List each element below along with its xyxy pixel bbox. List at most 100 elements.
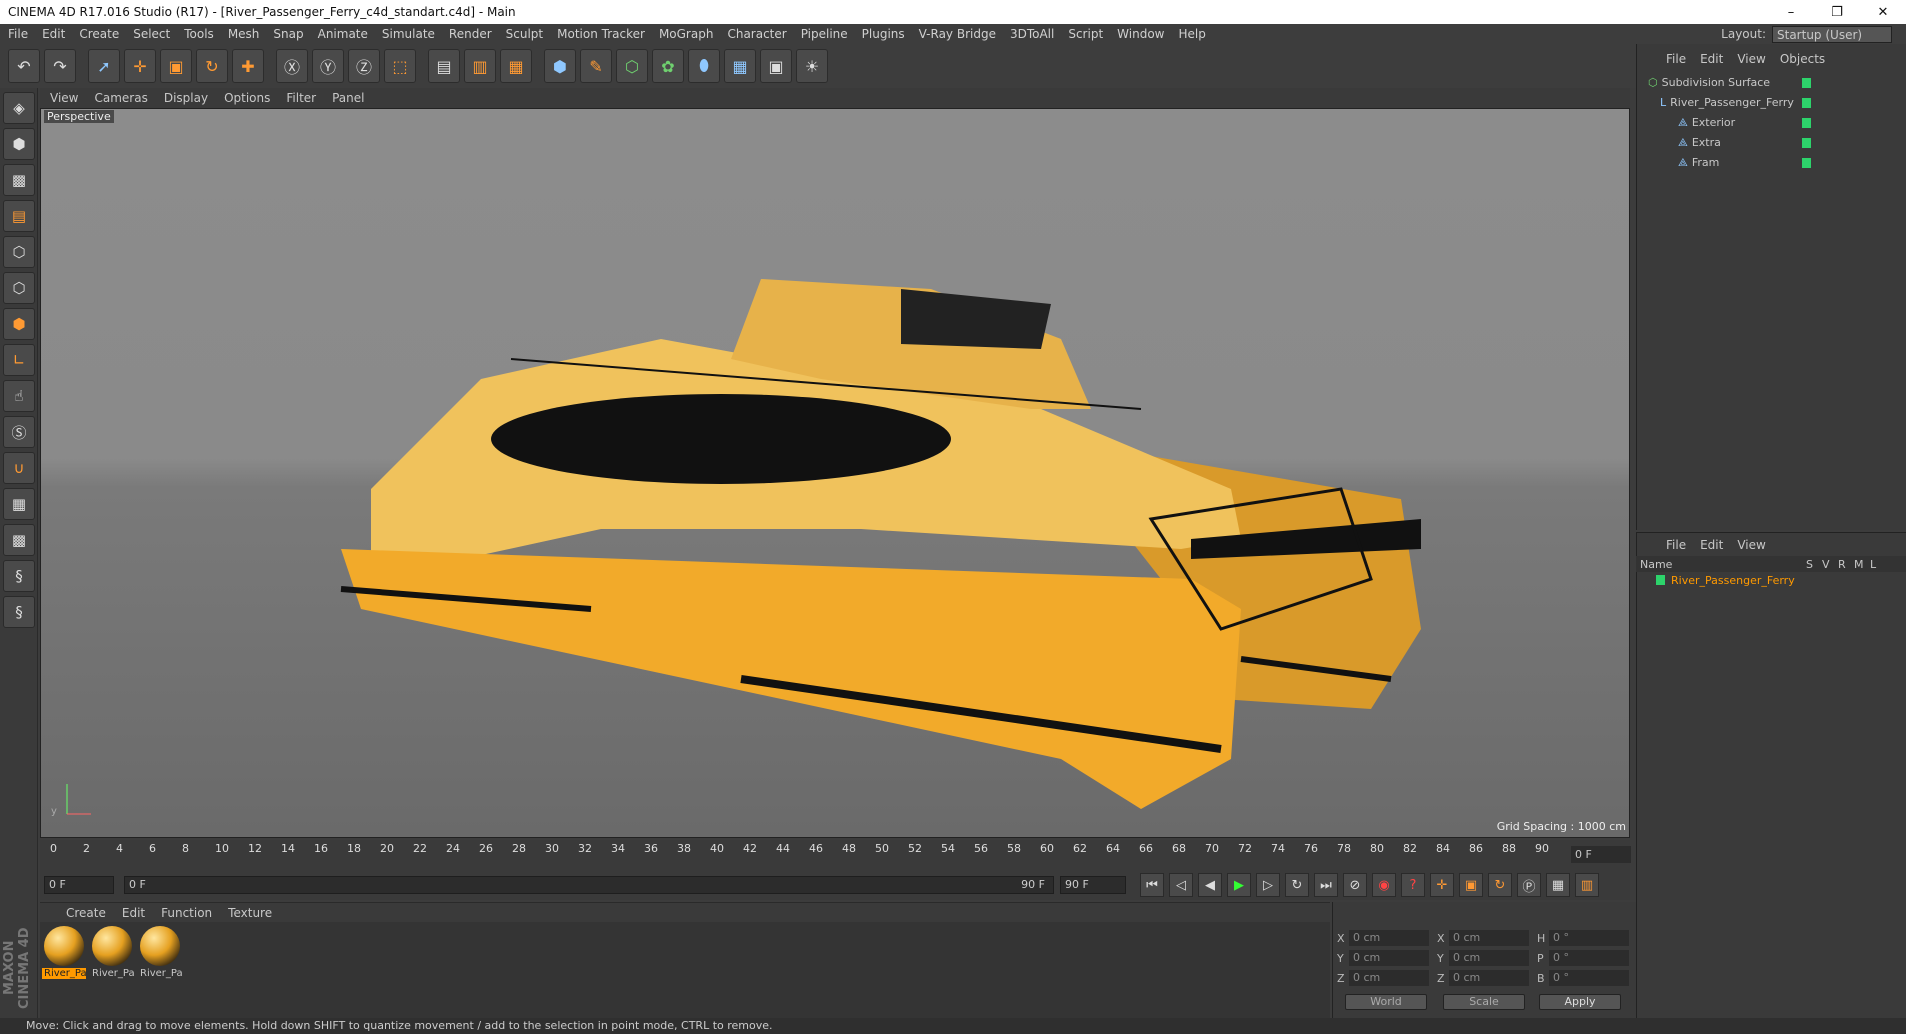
move-key-icon[interactable]: ✛ (1430, 873, 1454, 897)
tweak-icon[interactable]: ☝ (3, 380, 35, 412)
next-key-icon[interactable]: ↻ (1285, 873, 1309, 897)
menu-file[interactable]: File (8, 27, 28, 41)
rotate-icon[interactable]: ↻ (196, 49, 228, 83)
object-row-extra[interactable]: ⟁ Extra (1640, 134, 1902, 151)
model-mode-icon[interactable]: ⬢ (3, 128, 35, 160)
menu-snap[interactable]: Snap (273, 27, 303, 41)
menu-render[interactable]: Render (449, 27, 492, 41)
menu-pipeline[interactable]: Pipeline (801, 27, 848, 41)
menu-create[interactable]: Create (79, 27, 119, 41)
camera-icon[interactable]: ▣ (760, 49, 792, 83)
menu-edit[interactable]: Edit (42, 27, 65, 41)
timeline-icon[interactable]: ▥ (1575, 873, 1599, 897)
record-icon[interactable]: ◉ (1372, 873, 1396, 897)
vp-menu-filter[interactable]: Filter (286, 91, 316, 105)
obj-menu-file[interactable]: File (1666, 52, 1686, 66)
prev-frame-icon[interactable]: ◀ (1198, 873, 1222, 897)
end-frame-field[interactable]: 90 F (1060, 876, 1126, 894)
redo-icon[interactable]: ↷ (44, 49, 76, 83)
menu-motion-tracker[interactable]: Motion Tracker (557, 27, 645, 41)
x-axis-icon[interactable]: Ⓧ (276, 49, 308, 83)
object-row-ferry[interactable]: L River_Passenger_Ferry (1640, 94, 1902, 111)
layer-menu-file[interactable]: File (1666, 538, 1686, 552)
3d-viewport[interactable]: y (40, 108, 1630, 838)
pen-spline-icon[interactable]: ✎ (580, 49, 612, 83)
menu-animate[interactable]: Animate (318, 27, 368, 41)
coord-scale-dropdown[interactable]: Scale (1443, 994, 1525, 1010)
menu-mograph[interactable]: MoGraph (659, 27, 714, 41)
light-icon[interactable]: ☀ (796, 49, 828, 83)
size-z-field[interactable]: 0 cm (1449, 970, 1529, 986)
param-key-icon[interactable]: Ⓟ (1517, 873, 1541, 897)
make-editable-icon[interactable]: ◈ (3, 92, 35, 124)
menu-mesh[interactable]: Mesh (228, 27, 260, 41)
magnet-icon[interactable]: ∪ (3, 452, 35, 484)
pos-y-field[interactable]: 0 cm (1349, 950, 1429, 966)
mat-menu-function[interactable]: Function (161, 906, 212, 920)
goto-start-icon[interactable]: ⏮ (1140, 873, 1164, 897)
texture-mode-icon[interactable]: ▩ (3, 164, 35, 196)
snap-icon[interactable]: Ⓢ (3, 416, 35, 448)
visibility-dot[interactable] (1802, 138, 1811, 148)
apply-button[interactable]: Apply (1539, 994, 1621, 1010)
menu-plugins[interactable]: Plugins (862, 27, 905, 41)
menu-window[interactable]: Window (1117, 27, 1164, 41)
scale-key-icon[interactable]: ▣ (1459, 873, 1483, 897)
obj-menu-view[interactable]: View (1737, 52, 1765, 66)
rotate-key-icon[interactable]: ↻ (1488, 873, 1512, 897)
menu-simulate[interactable]: Simulate (382, 27, 435, 41)
python-icon[interactable]: § (3, 560, 35, 592)
object-row-exterior[interactable]: ⟁ Exterior (1640, 114, 1902, 131)
layer-menu-edit[interactable]: Edit (1700, 538, 1723, 552)
floor-icon[interactable]: ▦ (724, 49, 756, 83)
menu-help[interactable]: Help (1178, 27, 1205, 41)
visibility-dot[interactable] (1802, 98, 1811, 108)
visibility-dot[interactable] (1802, 78, 1811, 88)
visibility-dot[interactable] (1802, 118, 1811, 128)
vp-menu-options[interactable]: Options (224, 91, 270, 105)
frame-range-slider[interactable]: 0 F 90 F (124, 876, 1054, 894)
obj-menu-objects[interactable]: Objects (1780, 52, 1825, 66)
select-arrow-icon[interactable]: ➚ (88, 49, 120, 83)
close-button[interactable]: ✕ (1860, 5, 1906, 20)
rot-p-field[interactable]: 0 ° (1549, 950, 1629, 966)
maximize-button[interactable]: ❐ (1814, 5, 1860, 20)
layout-dropdown[interactable]: Startup (User) (1772, 25, 1892, 43)
menu-tools[interactable]: Tools (184, 27, 214, 41)
mat-menu-texture[interactable]: Texture (228, 906, 272, 920)
material-item[interactable]: River_Pa (42, 926, 87, 979)
vp-menu-view[interactable]: View (50, 91, 78, 105)
pla-key-icon[interactable]: ▦ (1546, 873, 1570, 897)
material-item[interactable]: River_Pa (138, 926, 183, 979)
render-view-icon[interactable]: ▤ (428, 49, 460, 83)
vp-menu-cameras[interactable]: Cameras (94, 91, 147, 105)
menu-character[interactable]: Character (727, 27, 786, 41)
edges-mode-icon[interactable]: ⬡ (3, 272, 35, 304)
visibility-dot[interactable] (1802, 158, 1811, 168)
menu-vray-bridge[interactable]: V-Ray Bridge (919, 27, 996, 41)
obj-menu-edit[interactable]: Edit (1700, 52, 1723, 66)
undo-icon[interactable]: ↶ (8, 49, 40, 83)
menu-select[interactable]: Select (133, 27, 170, 41)
size-y-field[interactable]: 0 cm (1449, 950, 1529, 966)
lock-grid-icon[interactable]: ▦ (3, 488, 35, 520)
minimize-button[interactable]: – (1768, 5, 1814, 20)
axis-mode-icon[interactable]: ∟ (3, 344, 35, 376)
z-axis-icon[interactable]: Ⓩ (348, 49, 380, 83)
menu-3dtoall[interactable]: 3DToAll (1010, 27, 1054, 41)
move-icon[interactable]: ✛ (124, 49, 156, 83)
grid-snap-icon[interactable]: ▩ (3, 524, 35, 556)
goto-end-icon[interactable]: ⏭ (1314, 873, 1338, 897)
render-settings-icon[interactable]: ▦ (500, 49, 532, 83)
deformer-icon[interactable]: ⬮ (688, 49, 720, 83)
current-frame-field[interactable]: 0 F (1571, 846, 1631, 863)
scale-icon[interactable]: ▣ (160, 49, 192, 83)
points-mode-icon[interactable]: ⬡ (3, 236, 35, 268)
mat-menu-create[interactable]: Create (66, 906, 106, 920)
keyframe-icon[interactable]: ⊘ (1343, 873, 1367, 897)
render-picture-viewer-icon[interactable]: ▥ (464, 49, 496, 83)
object-row-subdivision[interactable]: ⬡ Subdivision Surface (1640, 74, 1902, 91)
play-icon[interactable]: ▶ (1227, 873, 1251, 897)
vp-menu-display[interactable]: Display (164, 91, 208, 105)
material-item[interactable]: River_Pa (90, 926, 135, 979)
